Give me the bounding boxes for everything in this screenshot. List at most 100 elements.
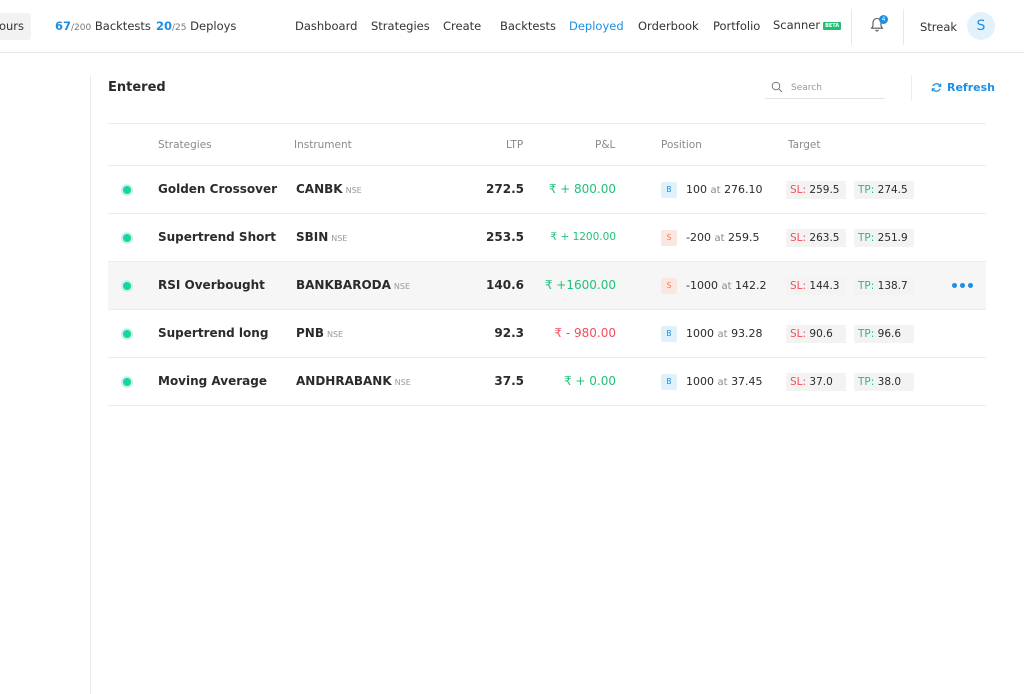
position-at: at: [710, 185, 721, 196]
table-row[interactable]: Supertrend Short SBIN NSE 253.5 ₹ + 1200.…: [108, 214, 986, 262]
deploys-counter: 20/25 Deploys: [156, 19, 236, 33]
sell-badge: S: [661, 278, 677, 294]
position-at: at: [717, 329, 728, 340]
position-qty: -1000: [686, 279, 718, 292]
more-options-icon[interactable]: [952, 283, 974, 289]
nav-orderbook[interactable]: Orderbook: [638, 19, 699, 33]
position-price: 37.45: [731, 375, 763, 388]
position-at: at: [717, 377, 728, 388]
buy-badge: B: [661, 326, 677, 342]
strategy-name[interactable]: Moving Average: [158, 374, 267, 388]
nav-dashboard[interactable]: Dashboard: [295, 19, 357, 33]
deploys-counter-label: Deploys: [190, 19, 237, 33]
take-profit-chip: TP: 138.7: [854, 277, 914, 295]
column-header-instrument[interactable]: Instrument: [294, 139, 352, 151]
stop-loss-chip: SL: 259.5: [786, 181, 846, 199]
stop-loss-chip: SL: 90.6: [786, 325, 846, 343]
position-qty: -200: [686, 231, 711, 244]
column-header-position[interactable]: Position: [661, 139, 702, 151]
position-at: at: [721, 281, 732, 292]
table-row[interactable]: Supertrend long PNB NSE 92.3 ₹ - 980.00 B…: [108, 310, 986, 358]
stop-loss-label: SL:: [790, 232, 807, 244]
position-price: 259.5: [728, 231, 760, 244]
ltp-value: 37.5: [494, 374, 524, 388]
position-qty: 1000: [686, 327, 714, 340]
beta-badge: BETA: [823, 22, 842, 30]
take-profit-value: 274.5: [877, 184, 908, 196]
stop-loss-chip: SL: 37.0: [786, 373, 846, 391]
take-profit-value: 251.9: [877, 232, 908, 244]
column-header-target[interactable]: Target: [788, 139, 820, 151]
strategy-name[interactable]: RSI Overbought: [158, 278, 265, 292]
nav-backtests[interactable]: Backtests: [500, 19, 556, 33]
stop-loss-label: SL:: [790, 184, 807, 196]
nav-strategies[interactable]: Strategies: [371, 19, 430, 33]
column-header-strategies[interactable]: Strategies: [158, 139, 212, 151]
take-profit-label: TP:: [858, 232, 875, 244]
stop-loss-value: 263.5: [809, 232, 840, 244]
table-row[interactable]: RSI Overbought BANKBARODA NSE 140.6 ₹ +16…: [108, 262, 986, 310]
column-header-ltp[interactable]: LTP: [506, 139, 523, 151]
hours-chip[interactable]: ours: [0, 13, 31, 40]
take-profit-value: 96.6: [877, 328, 902, 340]
strategy-name[interactable]: Golden Crossover: [158, 182, 277, 196]
instrument-symbol: BANKBARODA: [296, 278, 391, 292]
panel-divider: [90, 75, 91, 694]
streak-link[interactable]: Streak: [920, 20, 957, 34]
stop-loss-chip: SL: 263.5: [786, 229, 846, 247]
stop-loss-value: 144.3: [809, 280, 840, 292]
take-profit-value: 38.0: [877, 376, 902, 388]
nav-scanner[interactable]: Scanner BETA: [773, 18, 842, 32]
nav-portfolio[interactable]: Portfolio: [713, 19, 760, 33]
hours-label: ours: [0, 19, 24, 33]
nav-deployed[interactable]: Deployed: [569, 19, 624, 33]
table-row[interactable]: Golden Crossover CANBK NSE 272.5 ₹ + 800.…: [108, 166, 986, 214]
position-text: 100 at 276.10: [686, 183, 763, 196]
backtests-total: /200: [71, 23, 92, 33]
exchange-label: NSE: [345, 186, 362, 195]
avatar[interactable]: S: [967, 12, 995, 40]
take-profit-label: TP:: [858, 328, 875, 340]
take-profit-label: TP:: [858, 184, 875, 196]
stop-loss-value: 259.5: [809, 184, 840, 196]
deploys-total: /25: [172, 23, 187, 33]
instrument-cell: CANBK NSE: [296, 182, 362, 196]
take-profit-label: TP:: [858, 280, 875, 292]
nav-divider: [851, 9, 852, 45]
position-at: at: [714, 233, 725, 244]
exchange-label: NSE: [394, 378, 411, 387]
take-profit-chip: TP: 251.9: [854, 229, 914, 247]
position-price: 142.2: [735, 279, 767, 292]
ltp-value: 253.5: [486, 230, 524, 244]
buy-badge: B: [661, 374, 677, 390]
strategy-name[interactable]: Supertrend Short: [158, 230, 276, 244]
notification-badge: 4: [879, 15, 888, 24]
pnl-value: ₹ - 980.00: [554, 326, 616, 340]
status-dot: [123, 234, 131, 242]
refresh-icon: [931, 83, 942, 92]
take-profit-chip: TP: 274.5: [854, 181, 914, 199]
column-header-pnl[interactable]: P&L: [595, 139, 615, 151]
stop-loss-label: SL:: [790, 280, 807, 292]
backtests-counter-label: Backtests: [94, 19, 151, 33]
nav-create[interactable]: Create: [443, 19, 481, 33]
pnl-value: ₹ + 800.00: [548, 182, 616, 196]
position-text: -1000 at 142.2: [686, 279, 767, 292]
position-text: -200 at 259.5: [686, 231, 760, 244]
status-dot: [123, 330, 131, 338]
position-text: 1000 at 37.45: [686, 375, 763, 388]
search-input[interactable]: [791, 80, 881, 96]
ltp-value: 92.3: [494, 326, 524, 340]
deploys-used: 20: [156, 19, 173, 33]
nav-scanner-label: Scanner: [773, 18, 821, 32]
instrument-symbol: CANBK: [296, 182, 343, 196]
table-row[interactable]: Moving Average ANDHRABANK NSE 37.5 ₹ + 0.…: [108, 358, 986, 406]
search-box[interactable]: [765, 77, 885, 99]
sell-badge: S: [661, 230, 677, 246]
buy-badge: B: [661, 182, 677, 198]
position-price: 93.28: [731, 327, 763, 340]
backtests-counter: 67/200 Backtests: [55, 19, 151, 33]
refresh-button[interactable]: Refresh: [931, 81, 995, 94]
exchange-label: NSE: [393, 282, 411, 291]
strategy-name[interactable]: Supertrend long: [158, 326, 268, 340]
